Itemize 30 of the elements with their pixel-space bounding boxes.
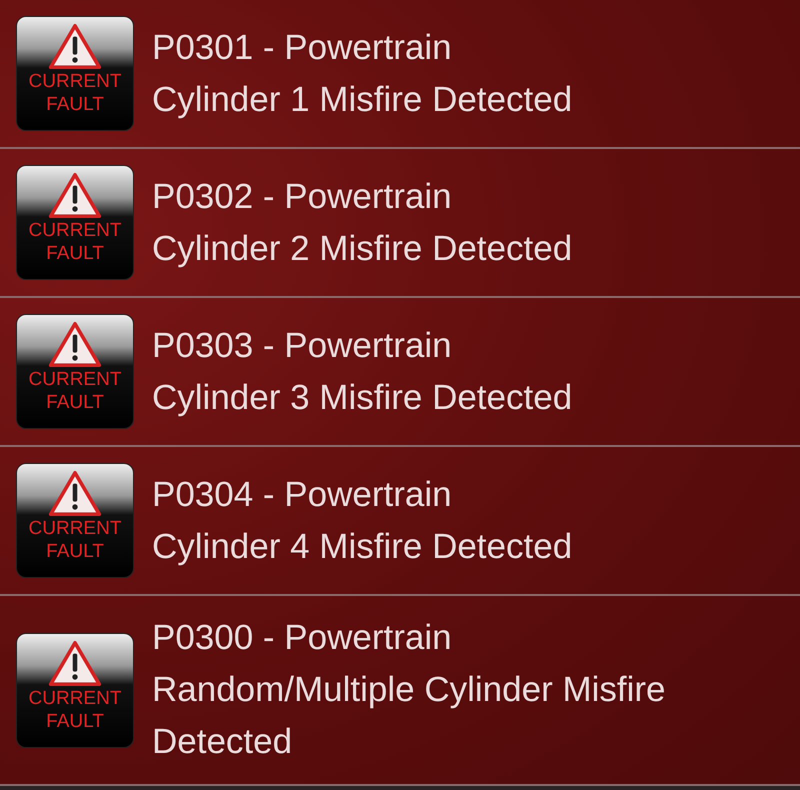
badge-label: FAULT — [46, 93, 104, 116]
fault-code: P0300 - Powertrain — [152, 617, 453, 659]
badge-label: CURRENT — [28, 70, 122, 93]
fault-row[interactable]: CURRENT FAULT P0304 - Powertrain Cylinder 4 Misfire Detected — [0, 447, 800, 596]
badge-label: FAULT — [46, 710, 104, 732]
fault-code: P0302 - Powertrain — [152, 176, 453, 218]
warning-icon — [48, 23, 102, 70]
fault-code: P0304 - Powertrain — [152, 474, 453, 516]
fault-row[interactable]: CURRENT FAULT P0300 - Powertrain Random/Multiple Cylinder Misfire Detected — [0, 596, 800, 786]
badge-label: CURRENT — [28, 686, 122, 710]
badge-label: CURRENT — [28, 368, 122, 391]
fault-row[interactable]: CURRENT FAULT P0303 - Powertrain Cylinder 3 Misfire Detected — [0, 298, 800, 447]
fault-description: Cylinder 2 Misfire Detected — [152, 228, 572, 270]
fault-code: P0303 - Powertrain — [152, 324, 453, 366]
warning-icon — [48, 172, 102, 219]
fault-description: Cylinder 3 Misfire Detected — [152, 376, 572, 418]
badge-label: FAULT — [46, 540, 104, 563]
warning-icon — [48, 640, 102, 686]
fault-code: P0301 - Powertrain — [152, 26, 453, 68]
badge-label: CURRENT — [28, 219, 122, 242]
fault-description: Cylinder 1 Misfire Detected — [152, 78, 572, 120]
badge-label: FAULT — [46, 391, 104, 414]
fault-row[interactable]: CURRENT FAULT P0302 - Powertrain Cylinder 2 Misfire Detected — [0, 149, 800, 298]
warning-icon — [48, 321, 102, 368]
fault-description: Cylinder 4 Misfire Detected — [152, 526, 572, 568]
fault-description: Random/Multiple Cylinder Misfire Detected — [152, 669, 666, 763]
warning-icon — [48, 470, 102, 517]
badge-label: FAULT — [46, 242, 104, 265]
fault-row[interactable]: CURRENT FAULT P0301 - Powertrain Cylinder 1 Misfire Detected — [0, 0, 800, 149]
badge-label: CURRENT — [28, 517, 122, 540]
